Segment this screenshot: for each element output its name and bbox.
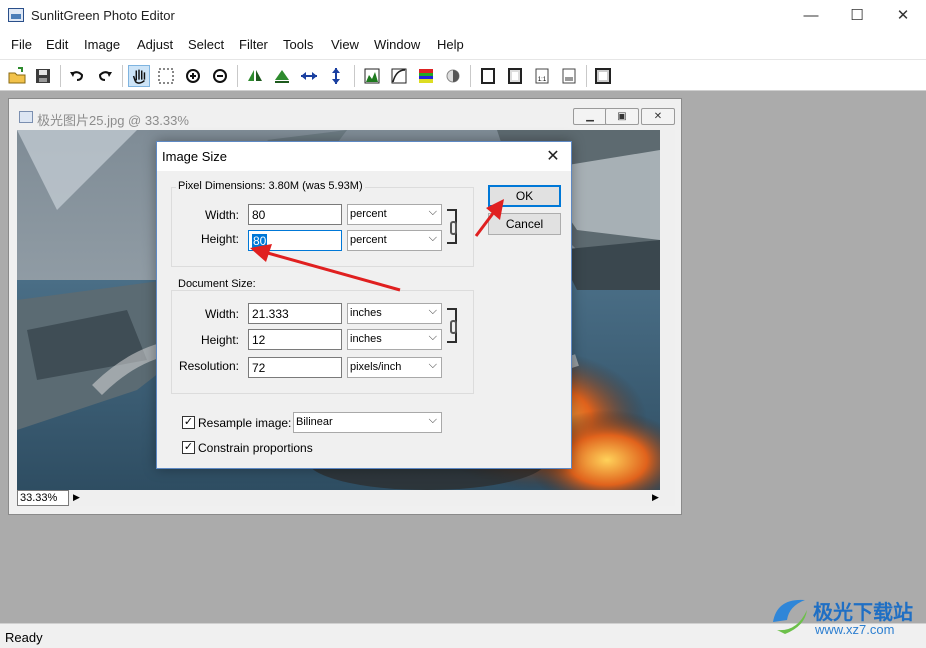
status-text: Ready [5, 630, 43, 645]
site-logo-icon [773, 599, 807, 634]
arrow-to-ok-button [474, 199, 504, 237]
watermark-site-name: 极光下载站 [813, 602, 913, 624]
watermark-url: www.xz7.com [815, 622, 895, 637]
annotation-arrows [250, 199, 504, 292]
arrow-to-height-field [250, 244, 401, 292]
